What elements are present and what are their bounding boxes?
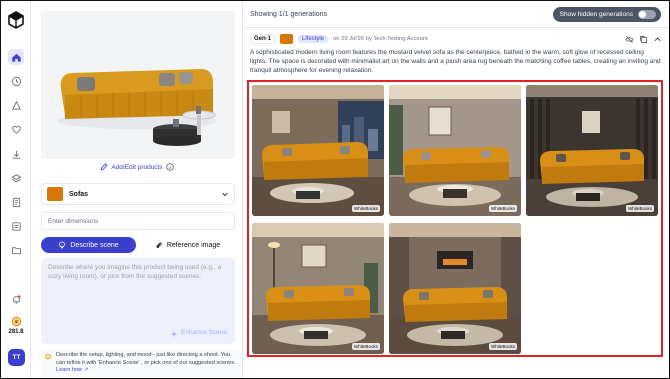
- tab-reference-image[interactable]: Reference image: [140, 237, 235, 253]
- paperclip-icon: [156, 242, 162, 249]
- info-icon[interactable]: [166, 163, 174, 171]
- credits-icon: [8, 313, 24, 329]
- generations-panel: Showing 1/1 generations Show hidden gene…: [244, 1, 669, 378]
- scene-hint: Describe the setup, lighting, and mood -…: [41, 350, 241, 378]
- enhance-scene-button[interactable]: Enhance Scene: [170, 329, 227, 338]
- add-edit-products-link[interactable]: Add/Edit products: [31, 163, 243, 171]
- enhance-scene-label: Enhance Scene: [181, 329, 227, 337]
- chevron-down-icon: [222, 192, 228, 197]
- folder-icon[interactable]: [8, 242, 24, 258]
- logo-icon[interactable]: [7, 11, 25, 29]
- watermark: WhiteBooks: [351, 205, 380, 212]
- sparkle-icon: [170, 330, 178, 338]
- generation-actions: [625, 35, 662, 44]
- download-icon[interactable]: [8, 146, 24, 162]
- product-image: [41, 11, 235, 159]
- edit-icon: [100, 163, 108, 171]
- dimensions-input[interactable]: Enter dimensions: [41, 212, 235, 230]
- hint-text: Describe the setup, lighting, and mood -…: [56, 352, 236, 366]
- product-category-label: Sofas: [69, 190, 89, 198]
- billing-icon[interactable]: [8, 194, 24, 210]
- scene-placeholder: Describe where you imagine this product …: [48, 264, 222, 280]
- generation-description: A sophisticated modern living room featu…: [250, 49, 661, 74]
- product-category-select[interactable]: Sofas: [41, 183, 235, 205]
- chevron-up-icon[interactable]: [653, 35, 662, 44]
- icon-rail: 281.8 TT: [1, 1, 31, 378]
- watermark: WhiteBooks: [488, 205, 517, 212]
- generated-image-3[interactable]: WhiteBooks: [526, 85, 658, 216]
- generation-product-thumb: [280, 34, 294, 44]
- bell-icon[interactable]: [8, 291, 24, 307]
- history-icon[interactable]: [8, 73, 24, 89]
- external-link-icon: ↗: [82, 367, 89, 374]
- toggle-switch[interactable]: [638, 10, 656, 19]
- product-thumbnail: [47, 187, 63, 201]
- add-edit-label: Add/Edit products: [111, 163, 163, 171]
- generated-image-1[interactable]: WhiteBooks: [252, 85, 384, 216]
- generated-image-5[interactable]: WhiteBooks: [389, 223, 521, 354]
- credits-balance: 281.8: [8, 329, 24, 335]
- watermark: WhiteBooks: [488, 343, 517, 350]
- generated-image-4[interactable]: WhiteBooks: [252, 223, 384, 354]
- generation-header: Gen-1 Lifestyle on 29 Jul'26 by Tech Tes…: [250, 33, 662, 45]
- show-hidden-toggle[interactable]: Show hidden generations: [552, 7, 661, 22]
- document-icon[interactable]: [8, 218, 24, 234]
- product-panel: Add/Edit products Sofas Enter dimensions…: [31, 1, 243, 378]
- generation-count: Showing 1/1 generations: [250, 11, 328, 18]
- generated-image-2[interactable]: WhiteBooks: [389, 85, 521, 216]
- generation-badge: Gen-1: [250, 34, 276, 44]
- copy-icon[interactable]: [639, 35, 648, 44]
- tab-describe-label: Describe scene: [70, 241, 119, 249]
- show-hidden-label: Show hidden generations: [559, 11, 633, 18]
- generated-images-grid: WhiteBooks WhiteBooks WhiteBooks WhiteBo…: [247, 80, 663, 357]
- tab-reference-label: Reference image: [166, 241, 221, 249]
- hide-icon[interactable]: [625, 35, 634, 44]
- watermark: WhiteBooks: [351, 343, 380, 350]
- divider: [244, 27, 669, 28]
- scene-mode-tabs: Describe scene Reference image: [41, 237, 235, 253]
- watermark: WhiteBooks: [625, 205, 654, 212]
- layers-icon[interactable]: [8, 170, 24, 186]
- lightbulb-hint-icon: [45, 353, 51, 360]
- template-icon[interactable]: [8, 97, 24, 113]
- generation-meta: on 29 Jul'26 by Tech Testing Account: [333, 36, 428, 42]
- avatar[interactable]: TT: [8, 349, 25, 366]
- lightbulb-icon: [59, 241, 66, 249]
- learn-how-link[interactable]: Learn how: [56, 367, 82, 373]
- tab-describe-scene[interactable]: Describe scene: [41, 237, 136, 253]
- scene-description-input[interactable]: Describe where you imagine this product …: [41, 258, 235, 344]
- lifestyle-tag: Lifestyle: [298, 35, 329, 43]
- home-icon[interactable]: [8, 49, 24, 65]
- heart-icon[interactable]: [8, 121, 24, 137]
